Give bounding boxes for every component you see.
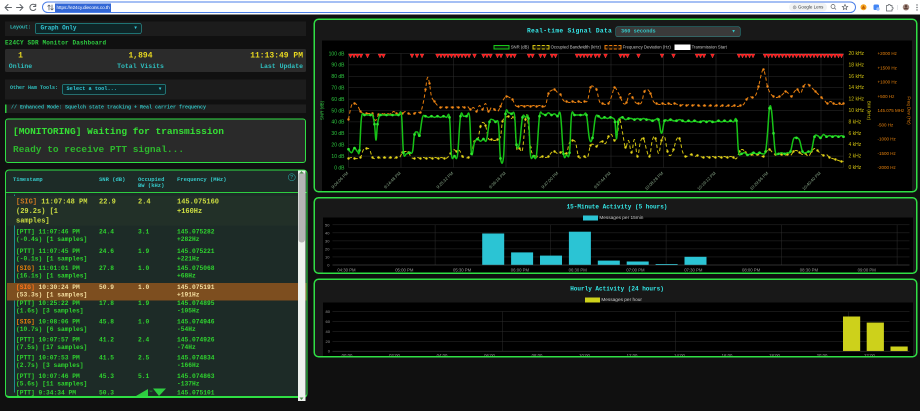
- svg-text:Freq Dev (Hz): Freq Dev (Hz): [907, 96, 912, 125]
- svg-text:50 dB: 50 dB: [331, 108, 345, 114]
- svg-text:12:00: 12:00: [627, 353, 638, 358]
- svg-text:-1000 Hz: -1000 Hz: [878, 137, 897, 142]
- svg-text:40 dB: 40 dB: [331, 120, 345, 126]
- svg-text:20: 20: [326, 339, 331, 344]
- svg-text:20 dB: 20 dB: [331, 142, 345, 148]
- svg-text:+1000 Hz: +1000 Hz: [878, 80, 898, 85]
- svg-text:10 kHz: 10 kHz: [849, 108, 865, 114]
- svg-text:4 kHz: 4 kHz: [849, 142, 862, 148]
- svg-text:18 kHz: 18 kHz: [849, 62, 865, 68]
- svg-text:08:00 PM: 08:00 PM: [742, 268, 761, 273]
- svg-text:xx: xx: [150, 389, 154, 393]
- svg-text:40: 40: [326, 329, 331, 334]
- svg-text:+1500 Hz: +1500 Hz: [878, 65, 898, 70]
- svg-text:14 kHz: 14 kHz: [849, 85, 865, 91]
- svg-text:22:00: 22:00: [864, 353, 875, 358]
- svg-text:145.075 MHz: 145.075 MHz: [878, 108, 906, 113]
- svg-text:12 kHz: 12 kHz: [849, 97, 865, 103]
- svg-text:06:30 PM: 06:30 PM: [569, 268, 588, 273]
- svg-text:80 dB: 80 dB: [331, 74, 345, 80]
- svg-text:60: 60: [326, 319, 331, 324]
- svg-text:02:00: 02:00: [389, 353, 400, 358]
- svg-text:30: 30: [325, 238, 330, 243]
- svg-text:05:00 PM: 05:00 PM: [395, 268, 414, 273]
- svg-text:40: 40: [325, 230, 330, 235]
- svg-text:90 dB: 90 dB: [331, 63, 345, 69]
- svg-text:20 kHz: 20 kHz: [849, 51, 865, 57]
- svg-text:0 kHz: 0 kHz: [849, 165, 862, 171]
- svg-text:50: 50: [325, 222, 330, 227]
- svg-text:2 kHz: 2 kHz: [849, 154, 862, 160]
- svg-text:20:00: 20:00: [817, 353, 828, 358]
- svg-text:80: 80: [326, 309, 331, 314]
- svg-text:70 dB: 70 dB: [331, 85, 345, 91]
- svg-text:30 dB: 30 dB: [331, 131, 345, 137]
- svg-text:-500 Hz: -500 Hz: [878, 122, 895, 127]
- svg-text:08:30 PM: 08:30 PM: [800, 268, 819, 273]
- svg-text:16:00: 16:00: [722, 353, 733, 358]
- svg-text:SNR (dB): SNR (dB): [320, 100, 325, 120]
- svg-text:10:00: 10:00: [579, 353, 590, 358]
- svg-text:0 dB: 0 dB: [334, 165, 345, 171]
- svg-text:8 kHz: 8 kHz: [849, 119, 862, 125]
- svg-text:+500 Hz: +500 Hz: [878, 94, 896, 99]
- svg-text:16 kHz: 16 kHz: [849, 74, 865, 80]
- svg-text:05:30 PM: 05:30 PM: [453, 268, 472, 273]
- svg-text:20: 20: [325, 246, 330, 251]
- svg-text:04:30 PM: 04:30 PM: [337, 268, 356, 273]
- svg-text:07:30 PM: 07:30 PM: [684, 268, 703, 273]
- svg-text:-1500 Hz: -1500 Hz: [878, 151, 897, 156]
- svg-text:10 dB: 10 dB: [331, 154, 345, 160]
- svg-text:100 dB: 100 dB: [329, 51, 346, 57]
- svg-text:6 kHz: 6 kHz: [849, 131, 862, 137]
- svg-text:+2000 Hz: +2000 Hz: [878, 51, 898, 56]
- svg-text:BW (kHz): BW (kHz): [867, 101, 872, 121]
- svg-text:10: 10: [325, 254, 330, 259]
- svg-text:-2000 Hz: -2000 Hz: [878, 165, 897, 170]
- svg-text:07:00 PM: 07:00 PM: [626, 268, 645, 273]
- svg-text:06:00: 06:00: [484, 353, 495, 358]
- svg-text:06:00 PM: 06:00 PM: [511, 268, 530, 273]
- svg-text:04:00: 04:00: [437, 353, 448, 358]
- svg-text:60 dB: 60 dB: [331, 97, 345, 103]
- svg-text:14:00: 14:00: [674, 353, 685, 358]
- svg-text:00:00: 00:00: [342, 353, 353, 358]
- svg-text:08:00: 08:00: [532, 353, 543, 358]
- svg-text:18:00: 18:00: [769, 353, 780, 358]
- svg-text:09:00 PM: 09:00 PM: [858, 268, 877, 273]
